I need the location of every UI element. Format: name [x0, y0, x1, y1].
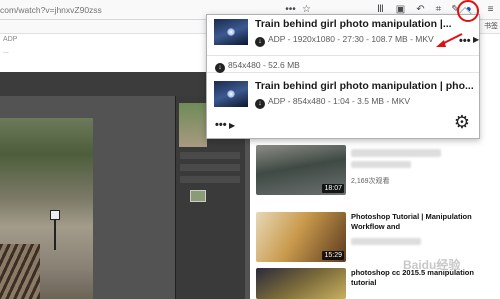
photoshop-navigator-thumbnail — [179, 103, 207, 147]
download-icon[interactable]: ↓ — [255, 99, 265, 109]
list-item[interactable]: 15:29 Photoshop Tutorial | Manipulation … — [256, 212, 500, 264]
layer-thumbnail — [190, 190, 206, 202]
annotation-circle — [457, 0, 479, 22]
popup-footer: ••• ▶ ⚙ — [207, 112, 479, 139]
layers-row — [180, 176, 240, 183]
video-meta: ↓ ADP - 1920x1080 - 27:30 - 108.7 MB - MK… — [255, 34, 434, 47]
layers-row — [180, 152, 240, 159]
list-item[interactable]: 18:07 2,169次观看 — [256, 145, 500, 197]
video-thumbnail[interactable]: 15:29 — [256, 212, 346, 262]
video-thumbnail[interactable] — [256, 268, 346, 299]
expand-arrow-icon[interactable]: ▶ — [473, 35, 479, 44]
video-downloader-popup: Train behind girl photo manipulation |..… — [206, 14, 480, 139]
download-icon[interactable]: ↓ — [255, 37, 265, 47]
gear-icon[interactable]: ⚙ — [451, 111, 473, 133]
duration-badge: 15:29 — [322, 251, 344, 260]
video-meta: ↓ ADP - 854x480 - 1:04 - 3.5 MB - MKV — [255, 96, 410, 109]
view-count: 2,169次观看 — [351, 178, 390, 185]
sign-pole — [54, 220, 56, 250]
page-top-strip: ADP ... — [0, 34, 210, 72]
expand-arrow-icon[interactable]: ▶ — [229, 121, 235, 130]
video-title[interactable]: Photoshop Tutorial | Manipulation Workfl… — [351, 212, 491, 232]
duration-badge: 18:07 — [322, 184, 344, 193]
blurred-channel — [351, 238, 421, 245]
blurred-title — [351, 149, 441, 157]
video-thumbnail — [214, 81, 248, 107]
variant-row[interactable]: ↓ 854x480 - 52.6 MB — [207, 55, 479, 73]
bookmarks-label[interactable]: 书签 — [484, 21, 498, 31]
blurred-channel — [351, 161, 411, 168]
sign-post — [50, 210, 60, 220]
layers-row — [180, 164, 240, 171]
list-item[interactable]: photoshop cc 2015.5 manipulation tutoria… — [256, 268, 500, 299]
download-icon[interactable]: ↓ — [215, 63, 225, 73]
baidu-watermark: Baidu经验 — [403, 258, 461, 272]
more-dots-icon[interactable]: ••• — [459, 35, 471, 47]
photoshop-canvas-image — [0, 118, 93, 299]
more-dots-icon[interactable]: ••• — [215, 119, 227, 131]
video-entry[interactable]: Train behind girl photo manipulation | p… — [207, 77, 479, 115]
left-strip-text-2: ... — [3, 48, 9, 55]
video-thumbnail — [214, 19, 248, 45]
menu-icon[interactable]: ≡ — [484, 3, 497, 17]
variant-label: ↓ 854x480 - 52.6 MB — [215, 60, 300, 73]
video-title[interactable]: Train behind girl photo manipulation |..… — [255, 18, 477, 30]
railway-track — [0, 244, 40, 299]
video-entry[interactable]: Train behind girl photo manipulation |..… — [207, 15, 479, 53]
video-thumbnail[interactable]: 18:07 — [256, 145, 346, 195]
video-title[interactable]: Train behind girl photo manipulation | p… — [255, 80, 477, 92]
left-strip-text-1: ADP — [3, 36, 18, 43]
